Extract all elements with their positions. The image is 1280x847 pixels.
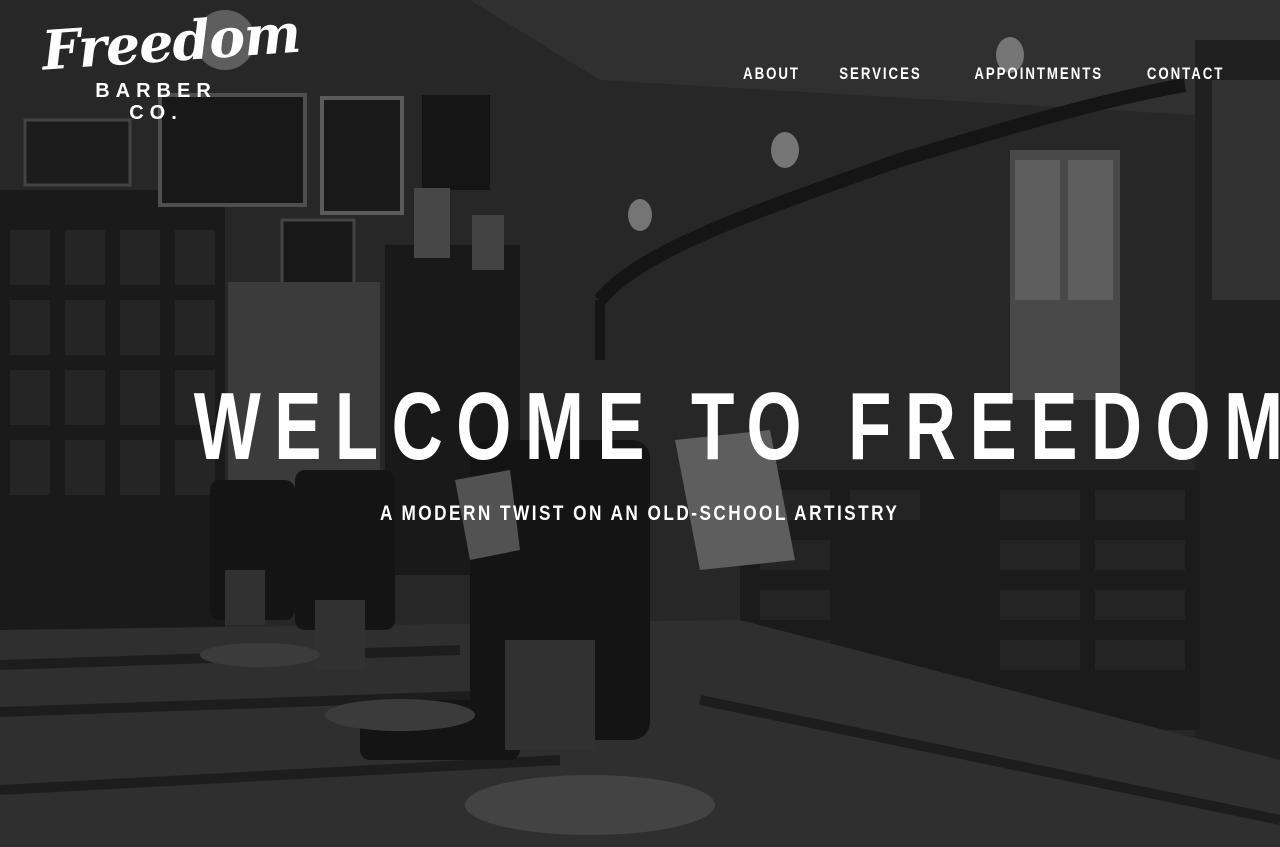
hero-tagline-text: A MODERN TWIST ON AN OLD-SCHOOL ARTISTRY: [380, 502, 900, 525]
site-header: Freedom BARBER CO. ABOUT SERVICES APPOIN…: [0, 0, 1280, 140]
nav-link-appointments[interactable]: APPOINTMENTS: [974, 64, 1103, 84]
nav-link-contact[interactable]: CONTACT: [1147, 64, 1224, 84]
logo-line-barber: BARBER: [95, 80, 217, 102]
hero-tagline: A MODERN TWIST ON AN OLD-SCHOOL ARTISTRY: [0, 502, 1280, 526]
main-nav: ABOUT SERVICES APPOINTMENTS CONTACT: [727, 64, 1224, 84]
hero-headline: WELCOME TO FREEDOM: [0, 372, 1280, 482]
logo-line-co: CO.: [129, 102, 183, 124]
logo-script-text: Freedom: [39, 0, 303, 83]
hero-section: Freedom BARBER CO. ABOUT SERVICES APPOIN…: [0, 0, 1280, 847]
freedom-barber-logo[interactable]: Freedom BARBER CO.: [38, 1, 302, 132]
hero-headline-text: WELCOME TO FREEDOM: [193, 373, 1280, 480]
nav-link-services[interactable]: SERVICES: [839, 64, 921, 84]
nav-link-about[interactable]: ABOUT: [743, 64, 800, 84]
